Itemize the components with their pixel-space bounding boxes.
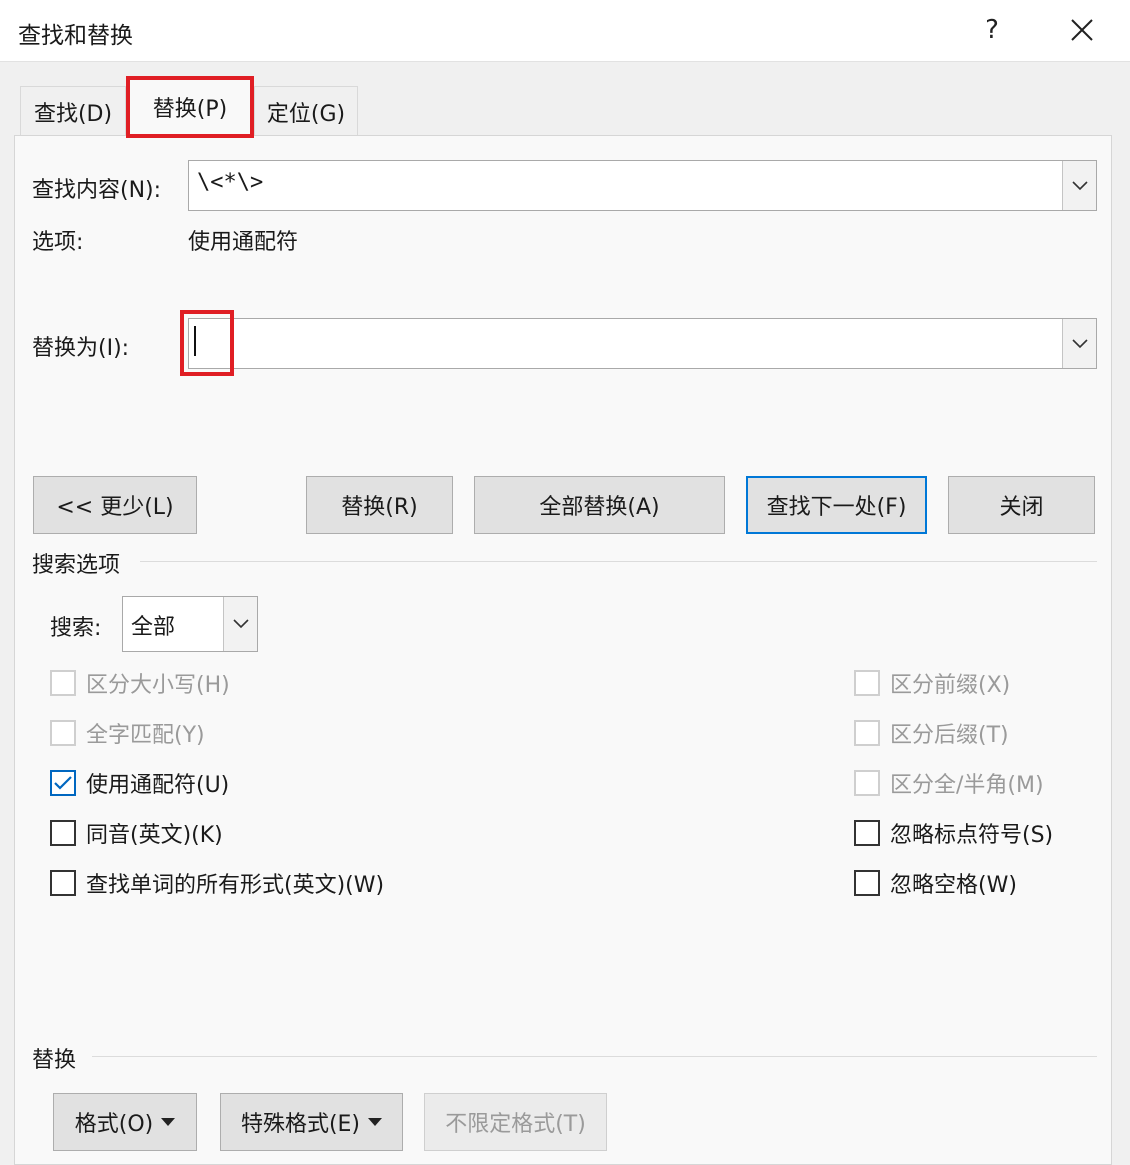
checkbox-label: 使用通配符(U) bbox=[86, 773, 230, 798]
sounds-like-checkbox[interactable]: 同音(英文)(K) bbox=[50, 817, 223, 849]
ignore-punctuation-checkbox[interactable]: 忽略标点符号(S) bbox=[854, 817, 1053, 849]
checkbox-box[interactable] bbox=[854, 770, 880, 796]
search-options-title: 搜索选项 bbox=[32, 547, 133, 579]
checkbox-label: 区分全/半角(M) bbox=[890, 773, 1044, 798]
options-value: 使用通配符 bbox=[188, 230, 299, 255]
ignore-whitespace-checkbox[interactable]: 忽略空格(W) bbox=[854, 867, 1017, 899]
match-prefix-checkbox[interactable]: 区分前缀(X) bbox=[854, 667, 1010, 699]
all-word-forms-checkbox[interactable]: 查找单词的所有形式(英文)(W) bbox=[50, 867, 384, 899]
checkbox-label: 区分前缀(X) bbox=[890, 673, 1011, 698]
find-label: 查找内容(N): bbox=[32, 178, 162, 203]
find-combo[interactable]: \<*\> bbox=[188, 160, 1097, 211]
checkbox-label: 查找单词的所有形式(英文)(W) bbox=[86, 873, 385, 898]
section-divider bbox=[140, 561, 1097, 562]
checkbox-label: 区分后缀(T) bbox=[890, 723, 1009, 748]
help-button[interactable]: ? bbox=[972, 10, 1012, 50]
format-button-label: 格式(O) bbox=[74, 1112, 154, 1137]
replace-all-button[interactable]: 全部替换(A) bbox=[474, 476, 725, 534]
special-button-label: 特殊格式(E) bbox=[240, 1112, 361, 1137]
checkbox-box[interactable] bbox=[50, 770, 76, 796]
use-wildcards-checkbox[interactable]: 使用通配符(U) bbox=[50, 767, 229, 799]
replace-combo[interactable] bbox=[188, 318, 1097, 369]
chevron-down-icon[interactable] bbox=[223, 597, 257, 651]
dropdown-arrow-icon bbox=[161, 1118, 176, 1126]
chevron-down-icon[interactable] bbox=[1062, 161, 1096, 210]
checkbox-box[interactable] bbox=[50, 720, 76, 746]
match-suffix-checkbox[interactable]: 区分后缀(T) bbox=[854, 717, 1009, 749]
match-case-checkbox[interactable]: 区分大小写(H) bbox=[50, 667, 230, 699]
replace-section-title: 替换 bbox=[32, 1042, 89, 1074]
search-direction-value: 全部 bbox=[131, 615, 176, 640]
checkbox-box[interactable] bbox=[50, 670, 76, 696]
checkbox-box[interactable] bbox=[854, 670, 880, 696]
checkbox-label: 忽略空格(W) bbox=[890, 873, 1017, 898]
no-formatting-button[interactable]: 不限定格式(T) bbox=[424, 1093, 607, 1151]
checkbox-box[interactable] bbox=[854, 720, 880, 746]
whole-word-checkbox[interactable]: 全字匹配(Y) bbox=[50, 717, 205, 749]
checkbox-box[interactable] bbox=[50, 870, 76, 896]
special-button[interactable]: 特殊格式(E) bbox=[220, 1093, 403, 1151]
format-button[interactable]: 格式(O) bbox=[53, 1093, 197, 1151]
close-button[interactable]: 关闭 bbox=[948, 476, 1095, 534]
less-button[interactable]: << 更少(L) bbox=[33, 476, 197, 534]
search-direction-select[interactable]: 全部 bbox=[122, 596, 258, 652]
checkbox-label: 全字匹配(Y) bbox=[86, 723, 205, 748]
checkbox-label: 同音(英文)(K) bbox=[86, 823, 223, 848]
find-input[interactable]: \<*\> bbox=[197, 170, 263, 195]
tab-goto[interactable]: 定位(G) bbox=[254, 86, 358, 136]
tab-find[interactable]: 查找(D) bbox=[20, 86, 126, 136]
close-icon[interactable] bbox=[1060, 10, 1104, 50]
options-label: 选项: bbox=[32, 230, 84, 255]
checkbox-box[interactable] bbox=[50, 820, 76, 846]
checkbox-box[interactable] bbox=[854, 870, 880, 896]
section-divider bbox=[92, 1056, 1097, 1057]
tab-goto-label: 定位(G) bbox=[266, 101, 346, 127]
search-label: 搜索: bbox=[50, 616, 102, 641]
checkbox-label: 区分大小写(H) bbox=[86, 673, 230, 698]
no-formatting-button-label: 不限定格式(T) bbox=[445, 1112, 586, 1137]
tab-find-label: 查找(D) bbox=[33, 101, 113, 127]
tab-replace-label: 替换(P) bbox=[152, 97, 228, 122]
dropdown-arrow-icon bbox=[368, 1118, 383, 1126]
find-next-button[interactable]: 查找下一处(F) bbox=[746, 476, 927, 534]
checkbox-label: 忽略标点符号(S) bbox=[890, 823, 1054, 848]
title-bar: 查找和替换 ? bbox=[0, 0, 1130, 62]
match-width-checkbox[interactable]: 区分全/半角(M) bbox=[854, 767, 1044, 799]
tab-replace[interactable]: 替换(P) bbox=[126, 76, 254, 138]
check-icon bbox=[54, 776, 72, 790]
checkbox-box[interactable] bbox=[854, 820, 880, 846]
dialog-title: 查找和替换 bbox=[18, 23, 133, 49]
replace-label: 替换为(I): bbox=[32, 336, 130, 361]
highlight-box bbox=[180, 310, 234, 376]
replace-button[interactable]: 替换(R) bbox=[306, 476, 453, 534]
chevron-down-icon[interactable] bbox=[1062, 319, 1096, 368]
